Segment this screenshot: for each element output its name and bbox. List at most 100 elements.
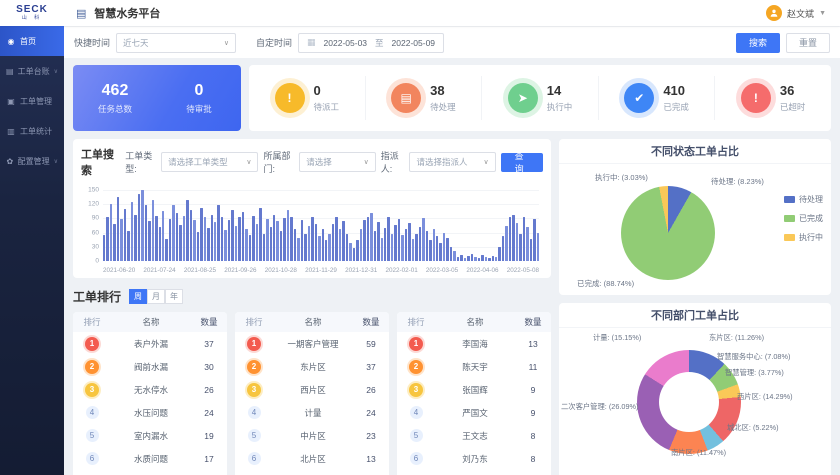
bar[interactable] [353, 248, 355, 261]
table-row[interactable]: 2东片区37 [235, 355, 389, 378]
bar[interactable] [356, 240, 358, 261]
bar[interactable] [367, 217, 369, 261]
bar[interactable] [318, 236, 320, 261]
bar[interactable] [391, 234, 393, 261]
table-row[interactable]: 4严国文9 [397, 401, 551, 424]
table-row[interactable]: 2陈天宇11 [397, 355, 551, 378]
table-row[interactable]: 7智慧服务中心10 [235, 470, 389, 475]
bar[interactable] [224, 230, 226, 261]
bar[interactable] [155, 216, 157, 261]
bar[interactable] [498, 247, 500, 261]
bar[interactable] [311, 217, 313, 261]
bar[interactable] [332, 224, 334, 261]
bar[interactable] [474, 257, 476, 261]
bar[interactable] [401, 235, 403, 261]
bar[interactable] [242, 212, 244, 261]
bar[interactable] [214, 222, 216, 261]
bar[interactable] [509, 217, 511, 261]
bar[interactable] [172, 205, 174, 261]
ranking-tab-月[interactable]: 月 [147, 289, 165, 304]
table-row[interactable]: 6水质问题17 [73, 447, 227, 470]
status-pie-circle[interactable] [621, 186, 715, 280]
bar[interactable] [408, 223, 410, 261]
bar[interactable] [526, 227, 528, 261]
table-row[interactable]: 7韩立安6 [397, 470, 551, 475]
bar[interactable] [273, 215, 275, 261]
bar[interactable] [193, 220, 195, 261]
bar[interactable] [217, 205, 219, 261]
bar[interactable] [148, 221, 150, 261]
bar[interactable] [131, 202, 133, 261]
bar[interactable] [516, 223, 518, 261]
bar[interactable] [419, 227, 421, 261]
table-row[interactable]: 5中片区23 [235, 424, 389, 447]
bar[interactable] [304, 234, 306, 261]
bar[interactable] [342, 221, 344, 261]
bar[interactable] [533, 219, 535, 261]
bar[interactable] [297, 238, 299, 261]
bar[interactable] [204, 217, 206, 261]
bar[interactable] [426, 231, 428, 261]
table-row[interactable]: 3无水停水26 [73, 378, 227, 401]
bar[interactable] [315, 224, 317, 261]
bar[interactable] [186, 200, 188, 261]
sidebar-item-首页[interactable]: ◉首页 [0, 26, 64, 56]
bar[interactable] [179, 225, 181, 261]
date-range-picker[interactable]: ▦ 2022-05-03 至 2022-05-09 [298, 33, 444, 53]
bar[interactable] [405, 229, 407, 261]
bar[interactable] [145, 205, 147, 261]
bar[interactable] [308, 226, 310, 261]
bar[interactable] [183, 216, 185, 261]
bar[interactable] [374, 231, 376, 261]
bar[interactable] [328, 234, 330, 261]
sidebar-item-配置管理[interactable]: ✿配置管理∨ [0, 146, 64, 176]
bar[interactable] [502, 236, 504, 261]
ranking-tab-年[interactable]: 年 [165, 289, 183, 304]
bar[interactable] [505, 226, 507, 261]
bar[interactable] [446, 238, 448, 261]
bar[interactable] [197, 232, 199, 261]
bar[interactable] [485, 257, 487, 261]
table-row[interactable]: 1李国海13 [397, 332, 551, 355]
bar[interactable] [335, 217, 337, 261]
bar[interactable] [280, 231, 282, 261]
bar[interactable] [519, 234, 521, 261]
bar[interactable] [495, 257, 497, 261]
table-row[interactable]: 7计量问题12 [73, 470, 227, 475]
bar[interactable] [512, 215, 514, 261]
bar[interactable] [439, 243, 441, 261]
bar[interactable] [235, 226, 237, 261]
bar[interactable] [457, 257, 459, 261]
user-name[interactable]: 赵文斌 [787, 7, 814, 20]
bar[interactable] [363, 220, 365, 261]
bar[interactable] [384, 228, 386, 261]
bar[interactable] [346, 234, 348, 261]
table-row[interactable]: 1一期客户管理59 [235, 332, 389, 355]
bar[interactable] [530, 239, 532, 261]
table-row[interactable]: 4水压问题24 [73, 401, 227, 424]
bar[interactable] [450, 247, 452, 261]
dept-filter-select[interactable]: 请选择 ∨ [299, 152, 376, 172]
table-row[interactable]: 2阀前水漏30 [73, 355, 227, 378]
user-menu-caret-icon[interactable]: ▼ [819, 10, 826, 17]
sidebar-item-工单统计[interactable]: ▥工单统计 [0, 116, 64, 146]
bar[interactable] [492, 256, 494, 261]
bar[interactable] [124, 209, 126, 261]
ranking-tab-周[interactable]: 周 [129, 289, 147, 304]
bar[interactable] [287, 210, 289, 261]
bar[interactable] [415, 234, 417, 261]
bar[interactable] [467, 256, 469, 261]
menu-collapse-icon[interactable]: ▤ [76, 7, 86, 20]
user-avatar[interactable] [766, 5, 782, 21]
bar[interactable] [252, 216, 254, 261]
table-row[interactable]: 3西片区26 [235, 378, 389, 401]
legend-item-已完成[interactable]: 已完成 [784, 213, 823, 224]
bar[interactable] [249, 235, 251, 261]
bar[interactable] [103, 235, 105, 261]
bar[interactable] [283, 218, 285, 261]
bar[interactable] [339, 229, 341, 261]
bar[interactable] [120, 219, 122, 261]
reset-button[interactable]: 重置 [786, 33, 830, 53]
bar[interactable] [106, 217, 108, 261]
bar[interactable] [256, 224, 258, 261]
